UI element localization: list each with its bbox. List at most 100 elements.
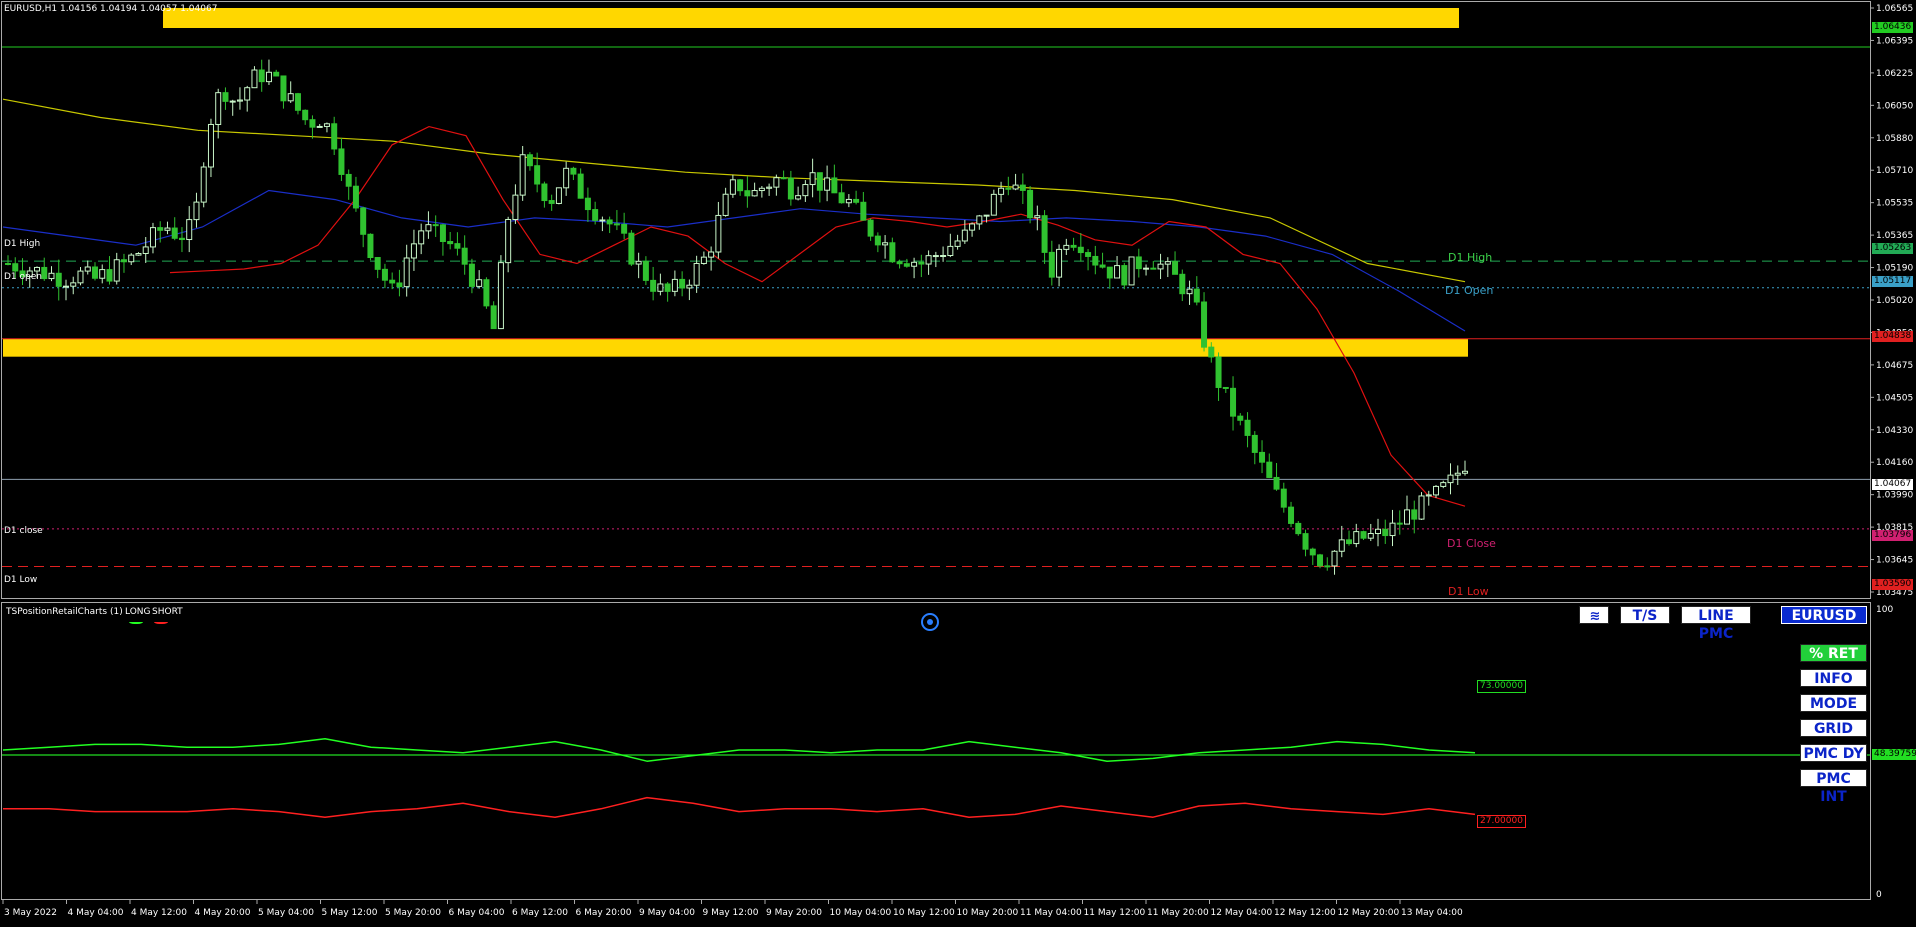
candle-body [592, 209, 599, 221]
y-tick-label: 1.04160 [1876, 458, 1913, 468]
candle-body [700, 256, 707, 264]
candle-body [207, 123, 214, 168]
candle-body [439, 224, 446, 243]
candle-body [135, 253, 142, 256]
candle-body [664, 283, 671, 292]
d1-close-left-label: D1 close [4, 526, 43, 536]
wave-button[interactable]: ≋ [1579, 606, 1609, 624]
line-pmc-button[interactable]: LINE PMC [1681, 606, 1751, 642]
support-price-tag: 1.04838 [1872, 331, 1914, 342]
candle-body [889, 242, 896, 263]
y-tick-label: 1.06565 [1876, 4, 1913, 14]
candle-body [1106, 266, 1113, 279]
candle-body [497, 262, 504, 330]
candle-body [599, 219, 606, 222]
symbol-button[interactable]: EURUSD [1781, 606, 1867, 624]
price-chart[interactable]: 1.06565 1.06395 1.06225 1.06050 1.05880 1.057… [0, 0, 1916, 923]
candle-body [48, 272, 55, 280]
candle-body [200, 166, 207, 203]
x-tick-label: 13 May 04:00 [1401, 908, 1463, 918]
candle-body [418, 230, 425, 245]
candle-body [998, 187, 1005, 195]
candle-body [1070, 244, 1077, 248]
support-zone [3, 338, 1468, 357]
y-tick-label: 1.04505 [1876, 393, 1913, 403]
candle-body [816, 172, 823, 191]
x-tick-label: 9 May 04:00 [639, 908, 695, 918]
candle-body [1215, 356, 1222, 388]
candle-body [563, 167, 570, 189]
y-tick-label: 1.05710 [1876, 166, 1913, 176]
candle-body [454, 243, 461, 249]
y-tick-label: 1.04675 [1876, 361, 1913, 371]
candle-body [1331, 550, 1338, 567]
info-button[interactable]: INFO [1800, 669, 1867, 687]
d1-open-price-tag: 1.05117 [1872, 276, 1914, 287]
candle-body [106, 269, 113, 282]
candle-body [577, 173, 584, 199]
candle-body [171, 227, 178, 239]
candle-body [186, 219, 193, 241]
candle-body [280, 75, 287, 102]
d1-open-right-label: D1 Open [1445, 284, 1494, 297]
short-value-label: 27.00000 [1477, 815, 1526, 828]
candle-body [1157, 263, 1164, 270]
candle-body [693, 262, 700, 286]
candle-body [1012, 184, 1019, 190]
candle-body [331, 123, 338, 150]
candle-body [5, 263, 11, 265]
candle-body [222, 92, 229, 102]
candle-body [642, 260, 649, 281]
x-tick-label: 3 May 2022 [4, 908, 57, 918]
x-tick-label: 11 May 12:00 [1084, 908, 1146, 918]
pmc-dy-button[interactable]: PMC DY [1800, 744, 1867, 762]
candle-body [62, 285, 69, 288]
pmc-int-button[interactable]: PMC INT [1800, 769, 1867, 805]
target-icon[interactable] [921, 613, 939, 631]
candle-body [809, 172, 816, 186]
candle-body [1048, 251, 1055, 278]
candle-body [120, 259, 127, 263]
short-legend: SHORT [152, 607, 183, 617]
candle-body [12, 263, 19, 272]
candle-body [142, 246, 149, 255]
grid-button[interactable]: GRID [1800, 719, 1867, 737]
candle-body [294, 93, 301, 111]
candle-body [1324, 565, 1331, 568]
candle-body [838, 192, 845, 204]
candle-body [1404, 509, 1411, 525]
candle-body [55, 272, 62, 287]
candle-body [650, 279, 657, 292]
candle-body [787, 177, 794, 200]
mode-button[interactable]: MODE [1800, 694, 1867, 712]
x-tick-label: 11 May 20:00 [1147, 908, 1209, 918]
ts-button[interactable]: T/S [1620, 606, 1670, 624]
short-line [3, 796, 1476, 818]
candle-body [425, 224, 432, 232]
candle-body [1150, 267, 1157, 270]
candle-body [99, 269, 106, 279]
candle-body [940, 255, 947, 258]
candle-body [33, 266, 40, 272]
long-legend: LONG [125, 607, 151, 617]
x-tick-label: 4 May 04:00 [68, 908, 124, 918]
indicator-scale-bottom: 0 [1876, 890, 1882, 900]
candle-body [403, 257, 410, 288]
y-tick-label: 1.05365 [1876, 231, 1913, 241]
candle-body [258, 69, 265, 83]
candle-body [584, 197, 591, 211]
chart-window[interactable]: 1.06565 1.06395 1.06225 1.06050 1.05880 1.057… [0, 0, 1916, 923]
candle-body [1309, 548, 1316, 556]
candle-body [1237, 415, 1244, 421]
candle-body [447, 241, 454, 245]
y-tick-label: 1.05020 [1876, 296, 1913, 306]
candle-body [737, 179, 744, 192]
candle-body [1462, 470, 1468, 474]
x-tick-label: 11 May 04:00 [1020, 908, 1082, 918]
candle-body [635, 260, 642, 265]
candle-body [983, 214, 990, 217]
candle-body [345, 173, 352, 187]
candle-body [490, 305, 497, 330]
ret-button[interactable]: % RET [1800, 644, 1867, 662]
d1-low-price-tag: 1.03590 [1872, 579, 1914, 590]
